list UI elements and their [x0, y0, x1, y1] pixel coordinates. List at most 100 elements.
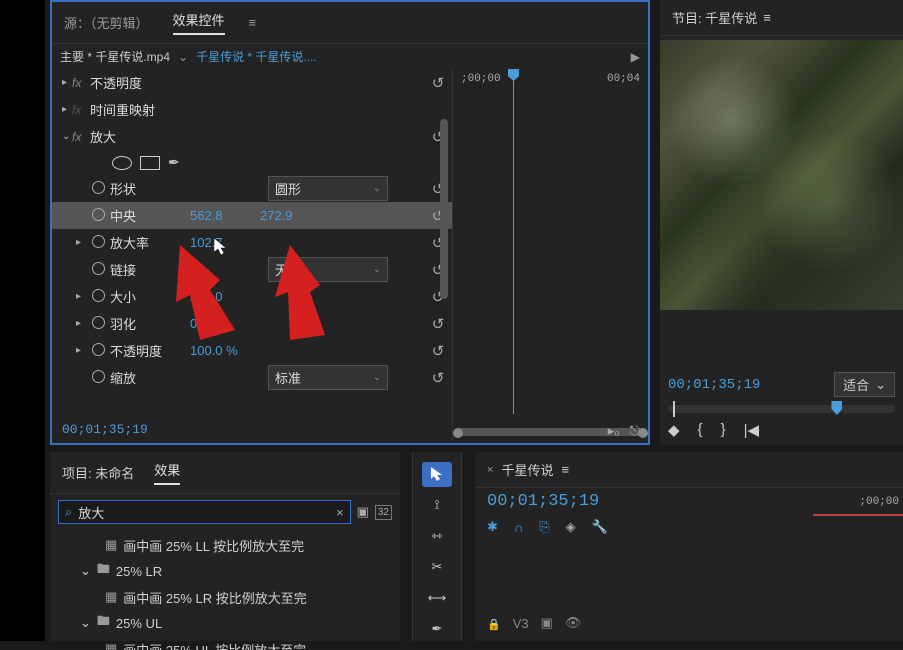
folder-item[interactable]: ⌄🖿25% UL	[50, 610, 400, 636]
sequence-tab[interactable]: 千星传说	[501, 460, 553, 479]
stopwatch-icon[interactable]	[92, 208, 110, 224]
folder-item[interactable]: ⌄🖿25% LR	[50, 558, 400, 584]
preset-icon: ▦	[105, 589, 117, 605]
fx-badge-icon[interactable]: fx	[72, 130, 90, 144]
twisty-icon[interactable]: ▸	[76, 291, 86, 302]
stopwatch-icon[interactable]	[92, 235, 110, 251]
marker-icon[interactable]: ◈	[566, 519, 576, 535]
stopwatch-icon[interactable]	[92, 289, 110, 305]
panel-menu-icon[interactable]: ≡	[561, 462, 569, 477]
program-timecode[interactable]: 00;01;35;19	[668, 377, 760, 393]
size-value[interactable]: 240.0	[190, 289, 260, 304]
effects-tree: ▦画中画 25% LL 按比例放大至完 ⌄🖿25% LR ▦画中画 25% LR…	[50, 530, 400, 650]
effects-search[interactable]: ⌕ ×	[58, 500, 351, 524]
out-point-icon[interactable]: }	[721, 421, 726, 439]
property-label: 缩放	[110, 368, 268, 387]
crop-line: Pre	[0, 74, 45, 108]
tab-effect-controls[interactable]: 效果控件	[173, 10, 225, 35]
stopwatch-icon[interactable]	[92, 262, 110, 278]
eye-icon[interactable]: 👁	[565, 615, 582, 631]
razor-tool[interactable]: ✂	[422, 554, 452, 579]
twisty-icon[interactable]: ▸	[76, 318, 86, 329]
ec-mini-timeline[interactable]: ;00;00 00;04	[452, 69, 648, 440]
prop-center[interactable]: 中央 562.8 272.9 ↺	[52, 202, 452, 229]
chevron-down-icon: ⌄	[373, 264, 381, 275]
scrubber-playhead[interactable]	[831, 401, 842, 415]
program-video[interactable]	[660, 40, 903, 310]
ripple-edit-tool[interactable]: ⇿	[422, 524, 452, 549]
tab-effects[interactable]: 效果	[154, 460, 180, 485]
twisty-icon[interactable]: ▸	[76, 345, 86, 356]
export-icon[interactable]: ⎋	[630, 423, 640, 439]
playhead[interactable]	[513, 69, 514, 414]
new-bin-icon[interactable]: ▣	[357, 504, 369, 520]
clear-search-icon[interactable]: ×	[336, 505, 344, 520]
selection-tool[interactable]	[422, 462, 452, 487]
timeline-ruler[interactable]: ;00;00	[813, 492, 903, 514]
zoom-fit-select[interactable]: 适合⌄	[834, 372, 895, 397]
program-tab[interactable]: 节目: 千星传说	[672, 8, 757, 27]
stopwatch-icon[interactable]	[92, 343, 110, 359]
link-select[interactable]: 无⌄	[268, 257, 388, 282]
linked-selection-icon[interactable]: ⎘	[539, 519, 549, 535]
ec-timecode[interactable]: 00;01;35;19	[52, 416, 158, 443]
timeline-tabs: × 千星传说 ≡	[475, 452, 903, 488]
twisty-icon[interactable]: ▸	[62, 77, 72, 88]
marker-icon[interactable]: ◆	[668, 421, 680, 439]
preset-item[interactable]: ▦画中画 25% UL 按比例放大至完	[50, 636, 400, 650]
in-point-icon[interactable]: {	[698, 421, 703, 439]
program-scrubber[interactable]	[668, 405, 895, 413]
effects-search-input[interactable]	[78, 505, 336, 520]
tab-source[interactable]: 源：（无剪辑）	[64, 13, 149, 32]
stopwatch-icon[interactable]	[92, 181, 110, 197]
preset-item[interactable]: ▦画中画 25% LR 按比例放大至完	[50, 584, 400, 610]
twisty-open-icon[interactable]: ⌄	[62, 131, 72, 142]
toggle-output-icon[interactable]: ▣	[541, 615, 553, 631]
calendar-icon[interactable]: 32	[375, 505, 392, 520]
shape-select[interactable]: 圆形⌄	[268, 176, 388, 201]
twisty-open-icon[interactable]: ⌄	[80, 615, 91, 631]
play-only-icon[interactable]: ▶	[631, 50, 640, 64]
track-name[interactable]: V3	[513, 616, 529, 631]
twisty-open-icon[interactable]: ⌄	[80, 563, 91, 579]
preset-item[interactable]: ▦画中画 25% LL 按比例放大至完	[50, 532, 400, 558]
stopwatch-icon[interactable]	[92, 316, 110, 332]
step-back-icon[interactable]: |◀	[744, 421, 759, 439]
toggle-icon[interactable]: ▸₀	[608, 423, 620, 439]
center-x-value[interactable]: 562.8	[190, 208, 260, 223]
fx-badge-icon[interactable]: fx	[72, 103, 90, 117]
sequence-clip-name[interactable]: 千星传说 * 千星传说....	[196, 48, 623, 65]
magnet-icon[interactable]: ∩	[514, 520, 523, 535]
stopwatch-icon[interactable]	[92, 370, 110, 386]
opacity2-value[interactable]: 100.0 %	[190, 343, 260, 358]
video-track-header[interactable]: V3 ▣ 👁	[487, 615, 581, 631]
panel-menu-icon[interactable]: ≡	[249, 15, 257, 30]
center-y-value[interactable]: 272.9	[260, 208, 330, 223]
scaling-select[interactable]: 标准⌄	[268, 365, 388, 390]
effect-time-remap[interactable]: ▸ fx 时间重映射	[52, 96, 452, 123]
close-tab-icon[interactable]: ×	[487, 464, 493, 476]
tools-panel: ⟟ ⇿ ✂ ⟷ ✒	[412, 452, 462, 641]
rect-mask-icon[interactable]	[140, 156, 160, 170]
ec-scrollbar-v[interactable]	[440, 99, 448, 414]
pen-mask-icon[interactable]: ✒	[168, 154, 180, 171]
lock-icon[interactable]	[487, 616, 501, 631]
tab-project[interactable]: 项目: 未命名	[62, 463, 134, 482]
twisty-icon[interactable]: ▸	[62, 104, 72, 115]
settings-icon[interactable]: 🔧	[592, 519, 608, 535]
panel-menu-icon[interactable]: ≡	[763, 10, 771, 25]
twisty-icon[interactable]: ▸	[76, 237, 86, 248]
program-monitor-panel: 节目: 千星传说 ≡ 00;01;35;19 适合⌄ ◆ { } |◀	[660, 0, 903, 445]
fx-badge-icon[interactable]: fx	[72, 76, 90, 90]
magnification-value[interactable]: 102.7	[190, 235, 260, 250]
effect-opacity[interactable]: ▸ fx 不透明度 ↺	[52, 69, 452, 96]
snap-icon[interactable]: ✱	[487, 519, 498, 535]
ellipse-mask-icon[interactable]	[112, 156, 132, 170]
effect-magnify[interactable]: ⌄ fx 放大 ↺	[52, 123, 452, 150]
reset-icon[interactable]: ↺	[428, 74, 448, 92]
feather-value[interactable]: 0.0	[190, 316, 260, 331]
master-clip-name[interactable]: 主要 * 千星传说.mp4	[60, 48, 170, 65]
track-select-tool[interactable]: ⟟	[422, 493, 452, 518]
slip-tool[interactable]: ⟷	[422, 585, 452, 610]
pen-tool[interactable]: ✒	[422, 616, 452, 641]
